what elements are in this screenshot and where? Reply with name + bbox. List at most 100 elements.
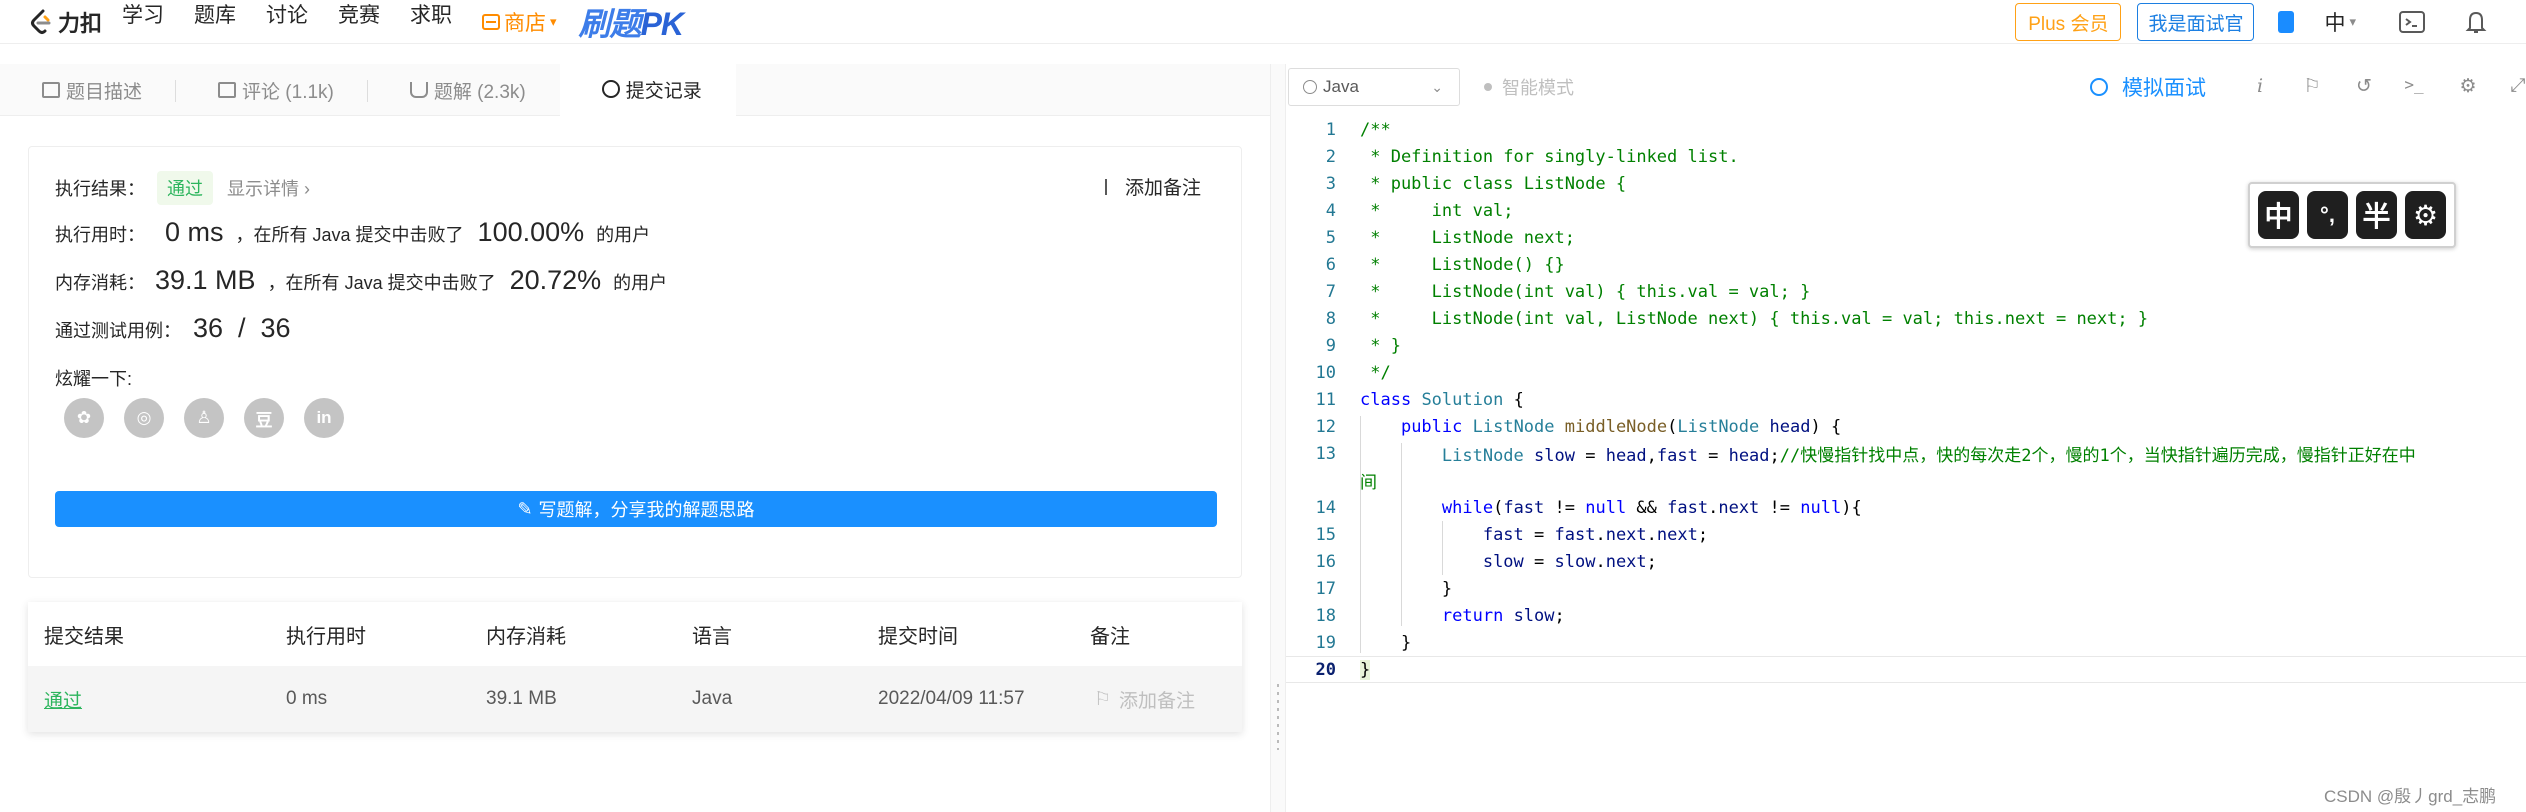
watermark: CSDN @殷丿grd_志鹏 — [2324, 787, 2497, 806]
pk-label-b: PK — [640, 5, 684, 42]
nav-item-shop[interactable]: 商店 ▾ — [482, 0, 557, 45]
line-number: 1 — [1325, 119, 1336, 140]
terminal-icon[interactable]: >_ — [2402, 75, 2426, 99]
row-memory: 39.1 MB — [486, 688, 557, 709]
show-details-link[interactable]: 显示详情 › — [227, 175, 310, 201]
interviewer-button[interactable]: 我是面试官 — [2137, 3, 2255, 41]
ime-punctuation-key[interactable]: °, — [2307, 191, 2348, 239]
write-solution-button[interactable]: ✎ 写题解，分享我的解题思路 — [55, 491, 1217, 527]
ime-chinese-key[interactable]: 中 — [2258, 191, 2299, 239]
plus-membership-button[interactable]: Plus 会员 — [2015, 3, 2122, 41]
mock-interview-button[interactable]: 模拟面试 — [2090, 72, 2206, 102]
code-line-wrap: 间 — [1360, 473, 1377, 493]
line-number: 4 — [1325, 200, 1336, 221]
editor-toolbar: Java ⌄ 智能模式 模拟面试 i ⚐ ↺ >_ ⚙ ⤢ — [1286, 64, 2526, 110]
description-icon — [42, 82, 60, 98]
clock-icon — [601, 80, 620, 98]
result-status-row: 执行结果： 通过 显示详情 › — [55, 171, 310, 205]
line-number: 16 — [1315, 551, 1336, 572]
line-number: 14 — [1315, 497, 1336, 518]
pane-resizer[interactable] — [1270, 64, 1286, 812]
fullscreen-icon[interactable]: ⤢ — [2506, 75, 2526, 99]
nav-item-problems[interactable]: 题库 — [194, 0, 236, 45]
line-number: 20 — [1315, 659, 1336, 680]
language-switcher[interactable]: 中 ▾ — [2324, 7, 2356, 37]
share-icons: ✿ ◎ ♙ 豆 in — [64, 398, 364, 438]
nav-item-contest[interactable]: 竞赛 — [338, 0, 380, 45]
testcases-label: 通过测试用例： — [55, 321, 181, 341]
line-number: 12 — [1315, 416, 1336, 437]
top-navbar: 力扣 学习 题库 讨论 竞赛 求职 商店 ▾ 刷题PK Plus 会员 我是面试… — [0, 0, 2526, 44]
code-line: fast = fast.next.next; — [1482, 524, 1709, 545]
dot-icon — [1484, 83, 1492, 91]
tab-label: 评论 (1.1k) — [242, 81, 334, 103]
add-note-button[interactable]: 添加备注 — [1104, 173, 1201, 200]
code-line: * Definition for singly-linked list. — [1360, 146, 1739, 167]
header-time: 提交时间 — [878, 625, 958, 648]
nav-item-learn[interactable]: 学习 — [122, 0, 164, 45]
smart-mode-toggle[interactable]: 智能模式 — [1484, 74, 1574, 100]
tab-description[interactable]: 题目描述 — [0, 64, 177, 116]
table-row[interactable]: 通过 0 ms 39.1 MB Java 2022/04/09 11:57 ⚐ … — [28, 666, 1242, 732]
code-line: ListNode slow = head,fast = head;//快慢指针找… — [1441, 446, 2416, 466]
row-note-label: 添加备注 — [1119, 690, 1196, 712]
indent-guide — [1401, 443, 1402, 626]
ime-settings-icon[interactable]: ⚙ — [2405, 191, 2446, 239]
drag-handle[interactable] — [1277, 684, 1279, 750]
shop-label: 商店 — [504, 11, 547, 35]
memory-percentile: 20.72% — [509, 265, 602, 295]
run-flag-icon[interactable]: ⚐ — [2300, 75, 2324, 99]
code-line: } — [1360, 632, 1412, 653]
submissions-table: 提交结果 执行用时 内存消耗 语言 提交时间 备注 通过 0 ms 39.1 M… — [28, 602, 1242, 732]
status-badge: 通过 — [157, 171, 213, 205]
tab-submissions[interactable]: 提交记录 — [559, 64, 736, 116]
memory-label: 内存消耗： — [55, 273, 145, 293]
language-select-value: Java — [1323, 77, 1359, 96]
code-line: } — [1360, 659, 1371, 680]
code-line: } — [1360, 578, 1453, 599]
row-add-note[interactable]: ⚐ 添加备注 — [1094, 686, 1195, 713]
info-icon[interactable]: i — [2248, 75, 2272, 99]
chevron-down-icon: ⌄ — [1431, 79, 1443, 95]
smart-mode-label: 智能模式 — [1502, 78, 1574, 98]
tab-comments[interactable]: 评论 (1.1k) — [176, 64, 368, 116]
header-note: 备注 — [1090, 625, 1130, 648]
leetcode-logo[interactable]: 力扣 — [28, 0, 102, 44]
douban-icon[interactable]: 豆 — [244, 398, 284, 438]
line-number: 13 — [1315, 443, 1336, 464]
language-label: 中 — [2324, 12, 2346, 35]
logo-text: 力扣 — [58, 10, 103, 36]
row-runtime: 0 ms — [286, 688, 328, 709]
line-number: 9 — [1325, 335, 1336, 356]
nav-item-discuss[interactable]: 讨论 — [266, 0, 308, 45]
weibo-icon[interactable]: ◎ — [124, 398, 164, 438]
ime-halfwidth-key[interactable]: 半 — [2356, 191, 2397, 239]
linkedin-icon[interactable]: in — [304, 398, 344, 438]
share-row: 炫耀一下: — [55, 365, 138, 391]
nav-item-pk[interactable]: 刷题PK — [578, 0, 684, 45]
tab-solutions[interactable]: 题解 (2.3k) — [368, 64, 560, 116]
status-label: 执行结果： — [55, 179, 145, 199]
settings-icon[interactable]: ⚙ — [2456, 75, 2480, 99]
qq-icon[interactable]: ♙ — [184, 398, 224, 438]
memory-mid: ，在所有 Java 提交中击败了 — [267, 273, 496, 293]
pk-label-a: 刷题 — [578, 5, 642, 42]
code-line: * ListNode(int val) { this.val = val; } — [1360, 281, 1811, 302]
indent-guide — [1360, 416, 1361, 653]
tablet-icon[interactable] — [2278, 11, 2295, 33]
ime-toolbar: 中 °, 半 ⚙ — [2248, 182, 2456, 248]
flag-icon — [1104, 178, 1117, 195]
bell-icon[interactable] — [2462, 9, 2490, 35]
nav-item-jobs[interactable]: 求职 — [410, 0, 452, 45]
runtime-mid: ，在所有 Java 提交中击败了 — [235, 225, 464, 245]
console-icon[interactable] — [2398, 9, 2426, 35]
reset-icon[interactable]: ↺ — [2352, 75, 2376, 99]
row-status-link[interactable]: 通过 — [44, 686, 82, 713]
mock-interview-label: 模拟面试 — [2122, 77, 2206, 100]
code-line: */ — [1360, 362, 1391, 383]
language-select[interactable]: Java ⌄ — [1288, 68, 1460, 106]
wechat-icon[interactable]: ✿ — [64, 398, 104, 438]
row-time: 2022/04/09 11:57 — [878, 688, 1025, 709]
runtime-percentile: 100.00% — [477, 217, 585, 247]
submission-result-card: 执行结果： 通过 显示详情 › 添加备注 执行用时： 0 ms ，在所有 Jav… — [28, 146, 1242, 578]
